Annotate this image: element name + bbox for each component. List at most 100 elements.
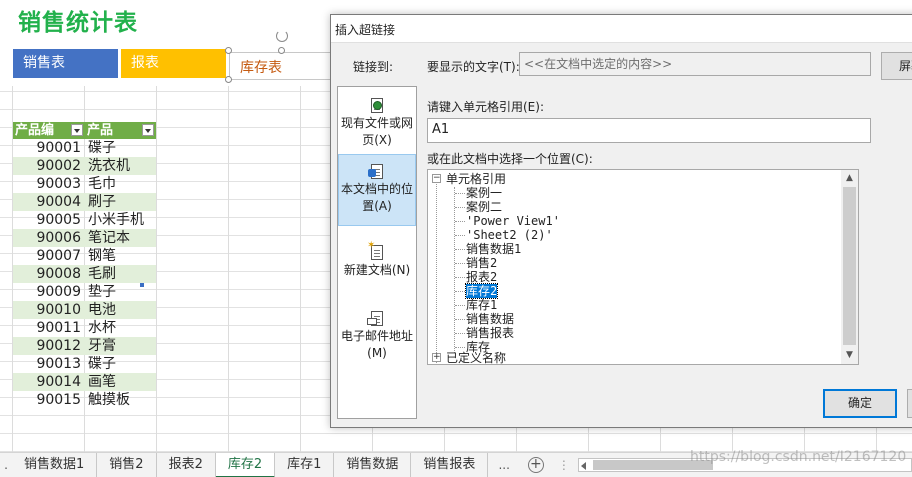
sheet-tab[interactable]: 销售2: [97, 452, 157, 477]
sheet-title: 销售统计表: [18, 10, 138, 36]
table-row[interactable]: 90004 刷子: [13, 193, 156, 211]
scrollbar-thumb[interactable]: [843, 187, 856, 345]
expand-icon[interactable]: +: [432, 353, 441, 362]
tree-node-sheet[interactable]: 销售2: [466, 256, 497, 270]
sheet-tab[interactable]: 销售数据: [334, 452, 412, 477]
product-id-cell[interactable]: 90010: [13, 301, 85, 319]
product-id-cell[interactable]: 90002: [13, 157, 85, 175]
table-row[interactable]: 90012 牙膏: [13, 337, 156, 355]
table-row[interactable]: 90013 碟子: [13, 355, 156, 373]
table-row[interactable]: 90009 垫子: [13, 283, 156, 301]
product-name-cell[interactable]: 牙膏: [85, 337, 156, 355]
product-name-cell[interactable]: 笔记本: [85, 229, 156, 247]
tree-node-sheet[interactable]: 案例二: [466, 200, 502, 214]
resize-handle-icon[interactable]: [278, 47, 285, 54]
rotate-handle-icon[interactable]: [276, 30, 288, 42]
sheet-tab[interactable]: 库存2: [215, 452, 276, 477]
product-name-cell[interactable]: 毛巾: [85, 175, 156, 193]
tree-node-sheet[interactable]: 案例一: [466, 186, 502, 200]
tree-node-cell-reference[interactable]: 单元格引用: [446, 172, 506, 186]
table-row[interactable]: 90006 笔记本: [13, 229, 156, 247]
table-row[interactable]: 90008 毛刷: [13, 265, 156, 283]
tree-node-sheet[interactable]: 'Power View1': [466, 214, 560, 228]
dialog-title: 插入超链接: [335, 23, 396, 37]
table-row[interactable]: 90005 小米手机: [13, 211, 156, 229]
cancel-button[interactable]: [907, 389, 912, 418]
product-id-cell[interactable]: 90001: [13, 139, 85, 157]
cell-ref-input[interactable]: A1: [427, 118, 871, 143]
table-row[interactable]: 90010 电池: [13, 301, 156, 319]
product-id-cell[interactable]: 90014: [13, 373, 85, 391]
tree-node-sheet[interactable]: 报表2: [466, 270, 497, 284]
product-name-cell[interactable]: 钢笔: [85, 247, 156, 265]
tab-splitter[interactable]: ⋮: [558, 458, 570, 472]
screen-tip-button[interactable]: 屏幕: [881, 52, 912, 80]
collapse-icon[interactable]: −: [432, 174, 441, 183]
link-option-existing-file[interactable]: 现有文件或网页(X): [338, 93, 416, 161]
table-resize-handle[interactable]: [140, 283, 144, 287]
add-sheet-icon[interactable]: +: [527, 457, 544, 473]
tree-node-sheet[interactable]: 库存1: [466, 298, 497, 312]
product-name-cell[interactable]: 刷子: [85, 193, 156, 211]
table-row[interactable]: 90002 洗衣机: [13, 157, 156, 175]
sales-table-button[interactable]: 销售表: [13, 49, 118, 78]
tree-node-sheet[interactable]: 销售报表: [466, 326, 514, 340]
product-name-cell[interactable]: 水杯: [85, 319, 156, 337]
table-row[interactable]: 90007 钢笔: [13, 247, 156, 265]
product-name-cell[interactable]: 垫子: [85, 283, 156, 301]
tree-node-defined-names[interactable]: 已定义名称: [446, 351, 506, 364]
scroll-up-icon[interactable]: ▲: [841, 170, 858, 187]
tree-vertical-scrollbar[interactable]: ▲ ▼: [841, 170, 858, 364]
table-row[interactable]: 90001 碟子: [13, 139, 156, 157]
product-id-cell[interactable]: 90013: [13, 355, 85, 373]
filter-dropdown-icon[interactable]: [71, 124, 83, 136]
dialog-titlebar[interactable]: 插入超链接: [331, 15, 912, 43]
sheet-tab[interactable]: 销售数据1: [12, 452, 98, 477]
ok-button[interactable]: 确定: [823, 389, 897, 418]
product-id-cell[interactable]: 90004: [13, 193, 85, 211]
product-name-cell[interactable]: 洗衣机: [85, 157, 156, 175]
product-name-cell[interactable]: 碟子: [85, 139, 156, 157]
document-place-tree[interactable]: − 单元格引用 案例一 案例二 'Power View1' 'Sheet2 (2)' 销…: [427, 169, 859, 365]
table-row[interactable]: 90014 画笔: [13, 373, 156, 391]
filter-dropdown-icon[interactable]: [142, 124, 154, 136]
product-id-cell[interactable]: 90005: [13, 211, 85, 229]
product-name-cell[interactable]: 画笔: [85, 373, 156, 391]
sheet-tab[interactable]: 销售报表: [411, 452, 489, 477]
product-id-cell[interactable]: 90008: [13, 265, 85, 283]
display-text-input[interactable]: <<在文档中选定的内容>>: [519, 52, 871, 76]
product-name-cell[interactable]: 电池: [85, 301, 156, 319]
tree-node-sheet[interactable]: 销售数据1: [466, 242, 521, 256]
stock-table-button[interactable]: 库存表: [229, 52, 333, 80]
product-name-cell[interactable]: 毛刷: [85, 265, 156, 283]
product-name-cell[interactable]: 碟子: [85, 355, 156, 373]
report-button[interactable]: 报表: [121, 49, 226, 78]
product-id-cell[interactable]: 90007: [13, 247, 85, 265]
product-id-cell[interactable]: 90011: [13, 319, 85, 337]
sheet-tab[interactable]: 报表2: [157, 452, 216, 477]
insert-hyperlink-dialog: 插入超链接 链接到: 要显示的文字(T): <<在文档中选定的内容>> 屏幕 现…: [330, 14, 912, 428]
scroll-down-icon[interactable]: ▼: [841, 347, 858, 364]
product-id-cell[interactable]: 90006: [13, 229, 85, 247]
product-id-cell[interactable]: 90012: [13, 337, 85, 355]
product-id-cell[interactable]: 90003: [13, 175, 85, 193]
table-row[interactable]: 90011 水杯: [13, 319, 156, 337]
product-name-cell[interactable]: 小米手机: [85, 211, 156, 229]
tab-scroll-left[interactable]: .: [0, 458, 12, 472]
product-id-cell[interactable]: 90015: [13, 391, 85, 409]
more-tabs-button[interactable]: ...: [488, 458, 519, 472]
table-row[interactable]: 90003 毛巾: [13, 175, 156, 193]
resize-handle-icon[interactable]: [225, 47, 232, 54]
scroll-left-icon[interactable]: [581, 462, 586, 470]
table-row[interactable]: 90015 触摸板: [13, 391, 156, 409]
sheet-tab[interactable]: 库存1: [275, 452, 335, 477]
product-name-cell[interactable]: 触摸板: [85, 391, 156, 409]
link-option-place-in-document[interactable]: 本文档中的位置(A): [338, 154, 416, 226]
tree-node-sheet[interactable]: 库存2: [464, 283, 499, 299]
tree-node-sheet[interactable]: 'Sheet2 (2)': [466, 228, 553, 242]
tree-node-sheet[interactable]: 销售数据: [466, 312, 514, 326]
link-option-new-document[interactable]: ✶ 新建文档(N): [338, 241, 416, 295]
resize-handle-icon[interactable]: [225, 76, 232, 83]
link-option-email[interactable]: 电子邮件地址(M): [338, 311, 416, 367]
product-id-cell[interactable]: 90009: [13, 283, 85, 301]
